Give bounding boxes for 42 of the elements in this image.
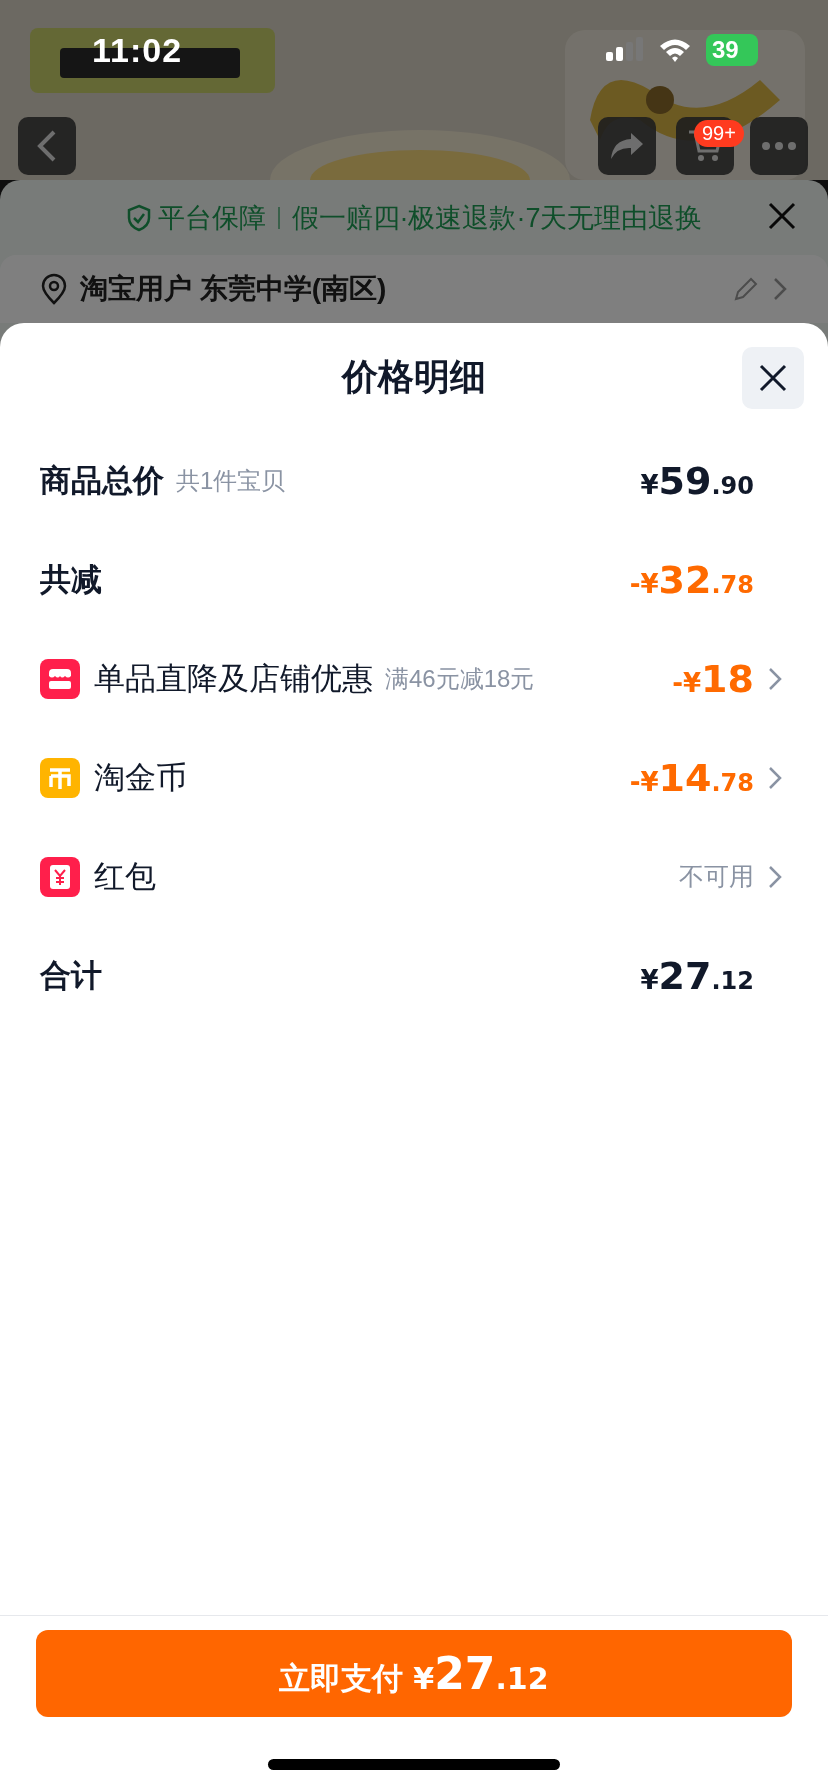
shield-icon <box>125 203 152 232</box>
row-label: 单品直降及店铺优惠 <box>94 659 373 698</box>
chevron-right-icon[interactable] <box>772 276 788 302</box>
more-button[interactable] <box>750 117 808 175</box>
guarantee-title: 平台保障 <box>157 201 266 235</box>
back-button[interactable] <box>18 117 76 175</box>
row-label: 合计 <box>40 956 102 995</box>
price-amount: -¥14.78 <box>629 755 754 800</box>
price-amount: ¥27.12 <box>640 953 754 998</box>
pay-button[interactable]: 立即支付 ¥27.12 <box>36 1630 792 1717</box>
share-icon <box>609 131 645 161</box>
close-icon <box>758 363 788 393</box>
close-icon <box>766 200 798 232</box>
row-note: 满46元减18元 <box>385 663 535 694</box>
price-amount: -¥18 <box>672 656 754 701</box>
price-amount: -¥32.78 <box>629 557 754 602</box>
coin-icon <box>40 757 80 798</box>
chevron-right-icon[interactable] <box>768 765 782 790</box>
share-button[interactable] <box>598 117 656 175</box>
row-note: 共1件宝贝 <box>176 465 286 496</box>
status-text: 不可用 <box>679 861 754 892</box>
more-icon <box>761 141 797 151</box>
chevron-right-icon[interactable] <box>768 864 782 889</box>
row-label: 淘金币 <box>94 758 187 797</box>
sheet-title: 价格明细 <box>342 354 486 399</box>
row-label: 商品总价 <box>40 461 164 500</box>
edit-icon[interactable] <box>732 275 760 303</box>
price-amount: ¥59.90 <box>640 458 754 503</box>
row-label: 共减 <box>40 560 102 599</box>
chevron-right-icon[interactable] <box>768 666 782 691</box>
guarantee-text: 假一赔四·极速退款·7天无理由退换 <box>291 201 703 235</box>
close-button[interactable] <box>742 347 804 409</box>
location-pin-icon <box>40 273 68 305</box>
signal-icon <box>604 36 644 64</box>
status-time: 11:02 <box>92 30 183 70</box>
battery-icon: 39 <box>706 34 758 66</box>
address-text: 淘宝用户 东莞中学(南区) <box>80 272 388 306</box>
envelope-icon <box>40 856 80 897</box>
row-label: 红包 <box>94 857 156 896</box>
wifi-icon <box>658 37 692 63</box>
cart-badge: 99+ <box>694 120 744 147</box>
shop-icon <box>40 658 80 699</box>
